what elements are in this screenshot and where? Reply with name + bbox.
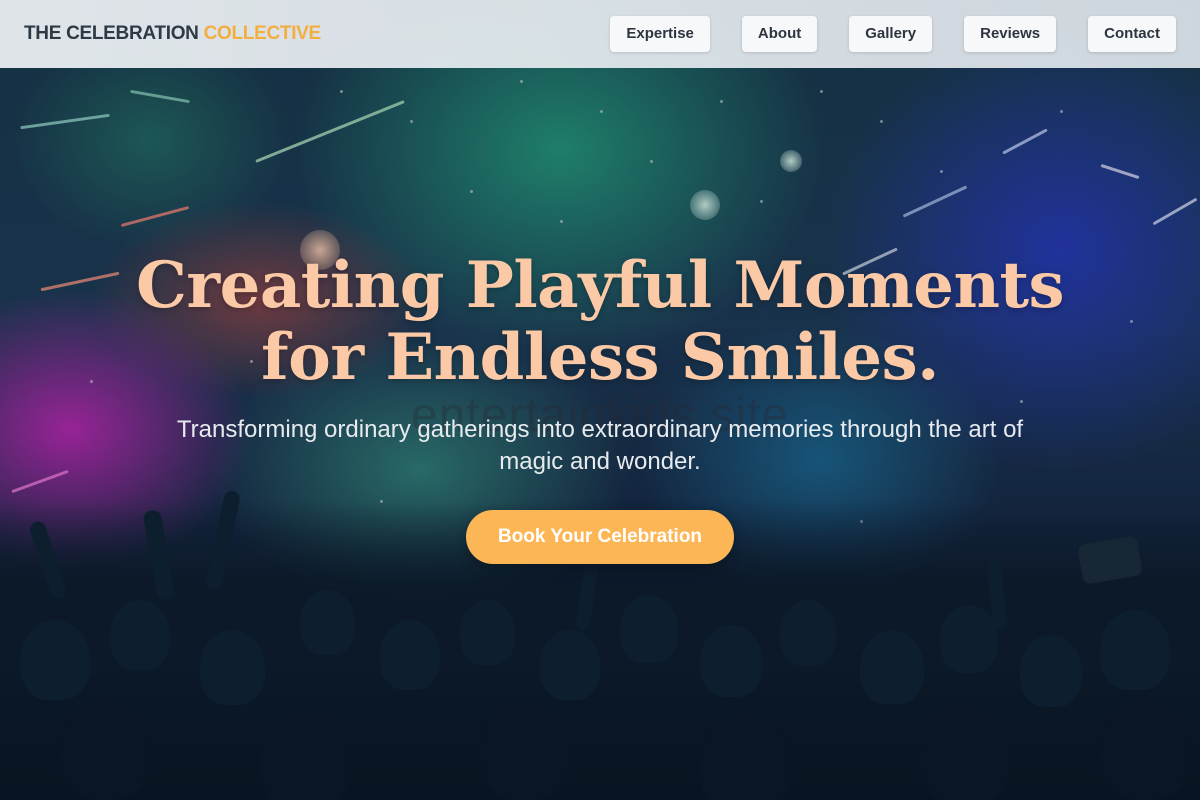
hero-title: Creating Playful Moments for Endless Smi…	[0, 250, 1200, 394]
site-header: THE CELEBRATION COLLECTIVE Expertise Abo…	[0, 0, 1200, 68]
nav-contact-button[interactable]: Contact	[1088, 16, 1176, 52]
hero-title-line-2: for Endless Smiles.	[261, 320, 939, 395]
book-celebration-button[interactable]: Book Your Celebration	[465, 510, 735, 564]
main-nav: Expertise About Gallery Reviews Contact	[578, 16, 1176, 52]
nav-reviews-button[interactable]: Reviews	[964, 16, 1057, 52]
hero-subtitle: Transforming ordinary gatherings into ex…	[176, 416, 1024, 475]
nav-expertise-button[interactable]: Expertise	[610, 16, 710, 52]
nav-gallery-button[interactable]: Gallery	[849, 16, 933, 52]
site-logo[interactable]: THE CELEBRATION COLLECTIVE	[24, 23, 321, 45]
nav-about-button[interactable]: About	[741, 16, 818, 52]
logo-main-text: THE CELEBRATION	[24, 23, 199, 44]
hero-content: Creating Playful Moments for Endless Smi…	[0, 250, 1200, 564]
hero-title-line-1: Creating Playful Moments	[135, 248, 1065, 323]
logo-accent-text: COLLECTIVE	[203, 23, 322, 44]
